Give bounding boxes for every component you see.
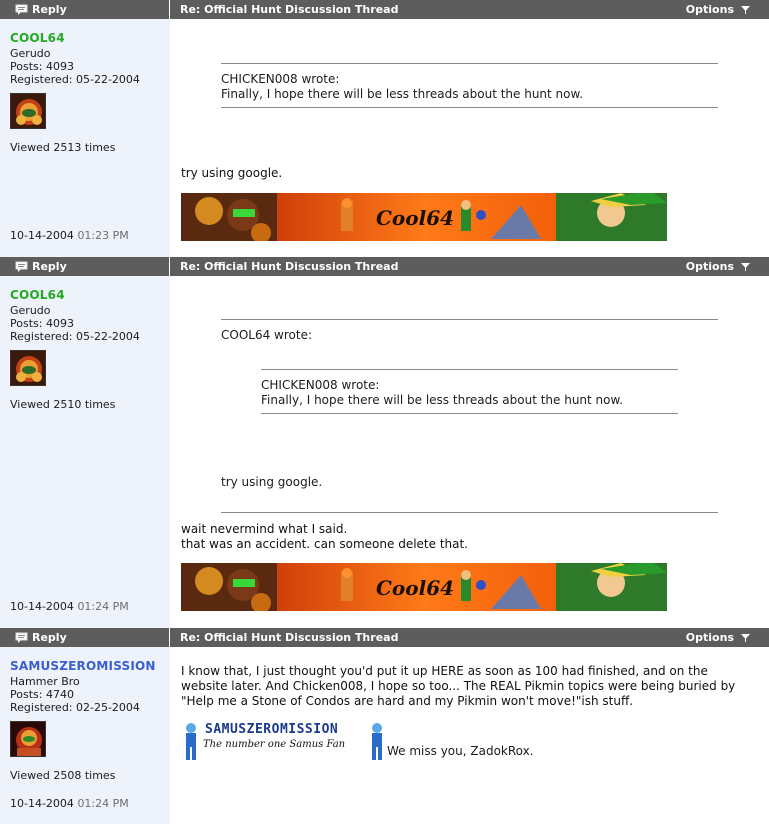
- user-rank: Hammer Bro: [10, 675, 80, 688]
- options-button[interactable]: Options: [686, 260, 751, 273]
- reply-icon: [15, 4, 28, 15]
- user-sidebar: COOL64 Gerudo Posts: 4093 Registered: 05…: [0, 19, 170, 257]
- avatar[interactable]: [10, 93, 46, 129]
- chevron-down-icon: [741, 634, 750, 642]
- reply-label: Reply: [32, 631, 67, 644]
- post-3: Reply Re: Official Hunt Discussion Threa…: [0, 628, 769, 824]
- post-body-line: website later. And Chicken008, I hope so…: [181, 679, 736, 693]
- quote-text: try using google.: [221, 475, 323, 489]
- reply-icon: [15, 261, 28, 272]
- user-registered: Registered: 02-25-2004: [10, 701, 140, 714]
- signature-subtitle: The number one Samus Fan: [203, 739, 346, 750]
- reply-button[interactable]: Reply: [15, 260, 67, 273]
- post-time: 01:24 PM: [77, 600, 129, 613]
- user-sidebar: SAMUSZEROMISSION Hammer Bro Posts: 4740 …: [0, 647, 170, 824]
- username-link[interactable]: COOL64: [10, 288, 65, 302]
- post-content: COOL64 wrote: CHICKEN008 wrote: Finally,…: [170, 276, 769, 628]
- quote-text: Finally, I hope there will be less threa…: [221, 87, 584, 101]
- quote-author: COOL64 wrote:: [221, 328, 312, 342]
- options-button[interactable]: Options: [686, 631, 751, 644]
- reply-label: Reply: [32, 3, 67, 16]
- quote-block: COOL64 wrote: CHICKEN008 wrote: Finally,…: [221, 319, 718, 513]
- nested-quote-author: CHICKEN008 wrote:: [261, 378, 380, 392]
- quote-block: CHICKEN008 wrote: Finally, I hope there …: [221, 63, 718, 108]
- options-label: Options: [685, 3, 734, 16]
- user-rank: Gerudo: [10, 304, 51, 317]
- signature-banner: Cool64: [181, 563, 667, 611]
- nested-quote-text: Finally, I hope there will be less threa…: [261, 393, 624, 407]
- user-post-count: Posts: 4093: [10, 317, 74, 330]
- reply-label: Reply: [32, 260, 67, 273]
- samus-sprite-icon: [372, 723, 382, 760]
- user-post-count: Posts: 4740: [10, 688, 74, 701]
- post-content: CHICKEN008 wrote: Finally, I hope there …: [170, 19, 769, 257]
- post-date: 10-14-2004 01:24 PM: [10, 797, 129, 810]
- signature-text: Cool64: [376, 206, 454, 230]
- post-time: 01:24 PM: [77, 797, 129, 810]
- user-rank: Gerudo: [10, 47, 51, 60]
- post-body-line: I know that, I just thought you'd put it…: [181, 664, 708, 678]
- reply-icon: [15, 632, 28, 643]
- post-header-bar: Reply Re: Official Hunt Discussion Threa…: [0, 0, 769, 19]
- post-body-line: that was an accident. can someone delete…: [181, 537, 468, 551]
- post-content: I know that, I just thought you'd put it…: [170, 647, 769, 824]
- view-count: Viewed 2510 times: [10, 398, 116, 411]
- options-button[interactable]: Options: [686, 3, 751, 16]
- post-title: Re: Official Hunt Discussion Thread: [180, 631, 399, 644]
- user-registered: Registered: 05-22-2004: [10, 330, 140, 343]
- post-2: Reply Re: Official Hunt Discussion Threa…: [0, 257, 769, 628]
- user-post-count: Posts: 4093: [10, 60, 74, 73]
- chevron-down-icon: [741, 263, 750, 271]
- signature-banner: Cool64: [181, 193, 667, 241]
- post-body-line: try using google.: [181, 166, 283, 180]
- post-1: Reply Re: Official Hunt Discussion Threa…: [0, 0, 769, 257]
- post-body-line: wait nevermind what I said.: [181, 522, 348, 536]
- signature-text: Cool64: [376, 576, 454, 600]
- signature-text: We miss you, ZadokRox.: [387, 744, 534, 758]
- post-time: 01:23 PM: [77, 229, 129, 242]
- reply-button[interactable]: Reply: [15, 3, 67, 16]
- avatar[interactable]: [10, 350, 46, 386]
- nested-quote-block: CHICKEN008 wrote: Finally, I hope there …: [261, 369, 678, 414]
- post-date-day: 10-14-2004: [10, 600, 74, 613]
- signature: SAMUSZEROMISSION The number one Samus Fa…: [181, 722, 541, 762]
- post-date-day: 10-14-2004: [10, 797, 74, 810]
- post-date: 10-14-2004 01:24 PM: [10, 600, 129, 613]
- username-link[interactable]: COOL64: [10, 31, 65, 45]
- user-sidebar: COOL64 Gerudo Posts: 4093 Registered: 05…: [0, 276, 170, 628]
- view-count: Viewed 2508 times: [10, 769, 116, 782]
- quote-author: CHICKEN008 wrote:: [221, 72, 340, 86]
- view-count: Viewed 2513 times: [10, 141, 116, 154]
- post-title: Re: Official Hunt Discussion Thread: [180, 260, 399, 273]
- chevron-down-icon: [741, 6, 750, 14]
- user-registered: Registered: 05-22-2004: [10, 73, 140, 86]
- post-title: Re: Official Hunt Discussion Thread: [180, 3, 399, 16]
- reply-button[interactable]: Reply: [15, 631, 67, 644]
- username-link[interactable]: SAMUSZEROMISSION: [10, 659, 156, 673]
- samus-sprite-icon: [186, 723, 196, 760]
- options-label: Options: [685, 631, 734, 644]
- post-date-day: 10-14-2004: [10, 229, 74, 242]
- post-header-bar: Reply Re: Official Hunt Discussion Threa…: [0, 257, 769, 276]
- post-body-line: "Help me a Stone of Condos are hard and …: [181, 694, 634, 708]
- options-label: Options: [685, 260, 734, 273]
- post-header-bar: Reply Re: Official Hunt Discussion Threa…: [0, 628, 769, 647]
- post-date: 10-14-2004 01:23 PM: [10, 229, 129, 242]
- signature-title: SAMUSZEROMISSION: [205, 722, 339, 737]
- avatar[interactable]: [10, 721, 46, 757]
